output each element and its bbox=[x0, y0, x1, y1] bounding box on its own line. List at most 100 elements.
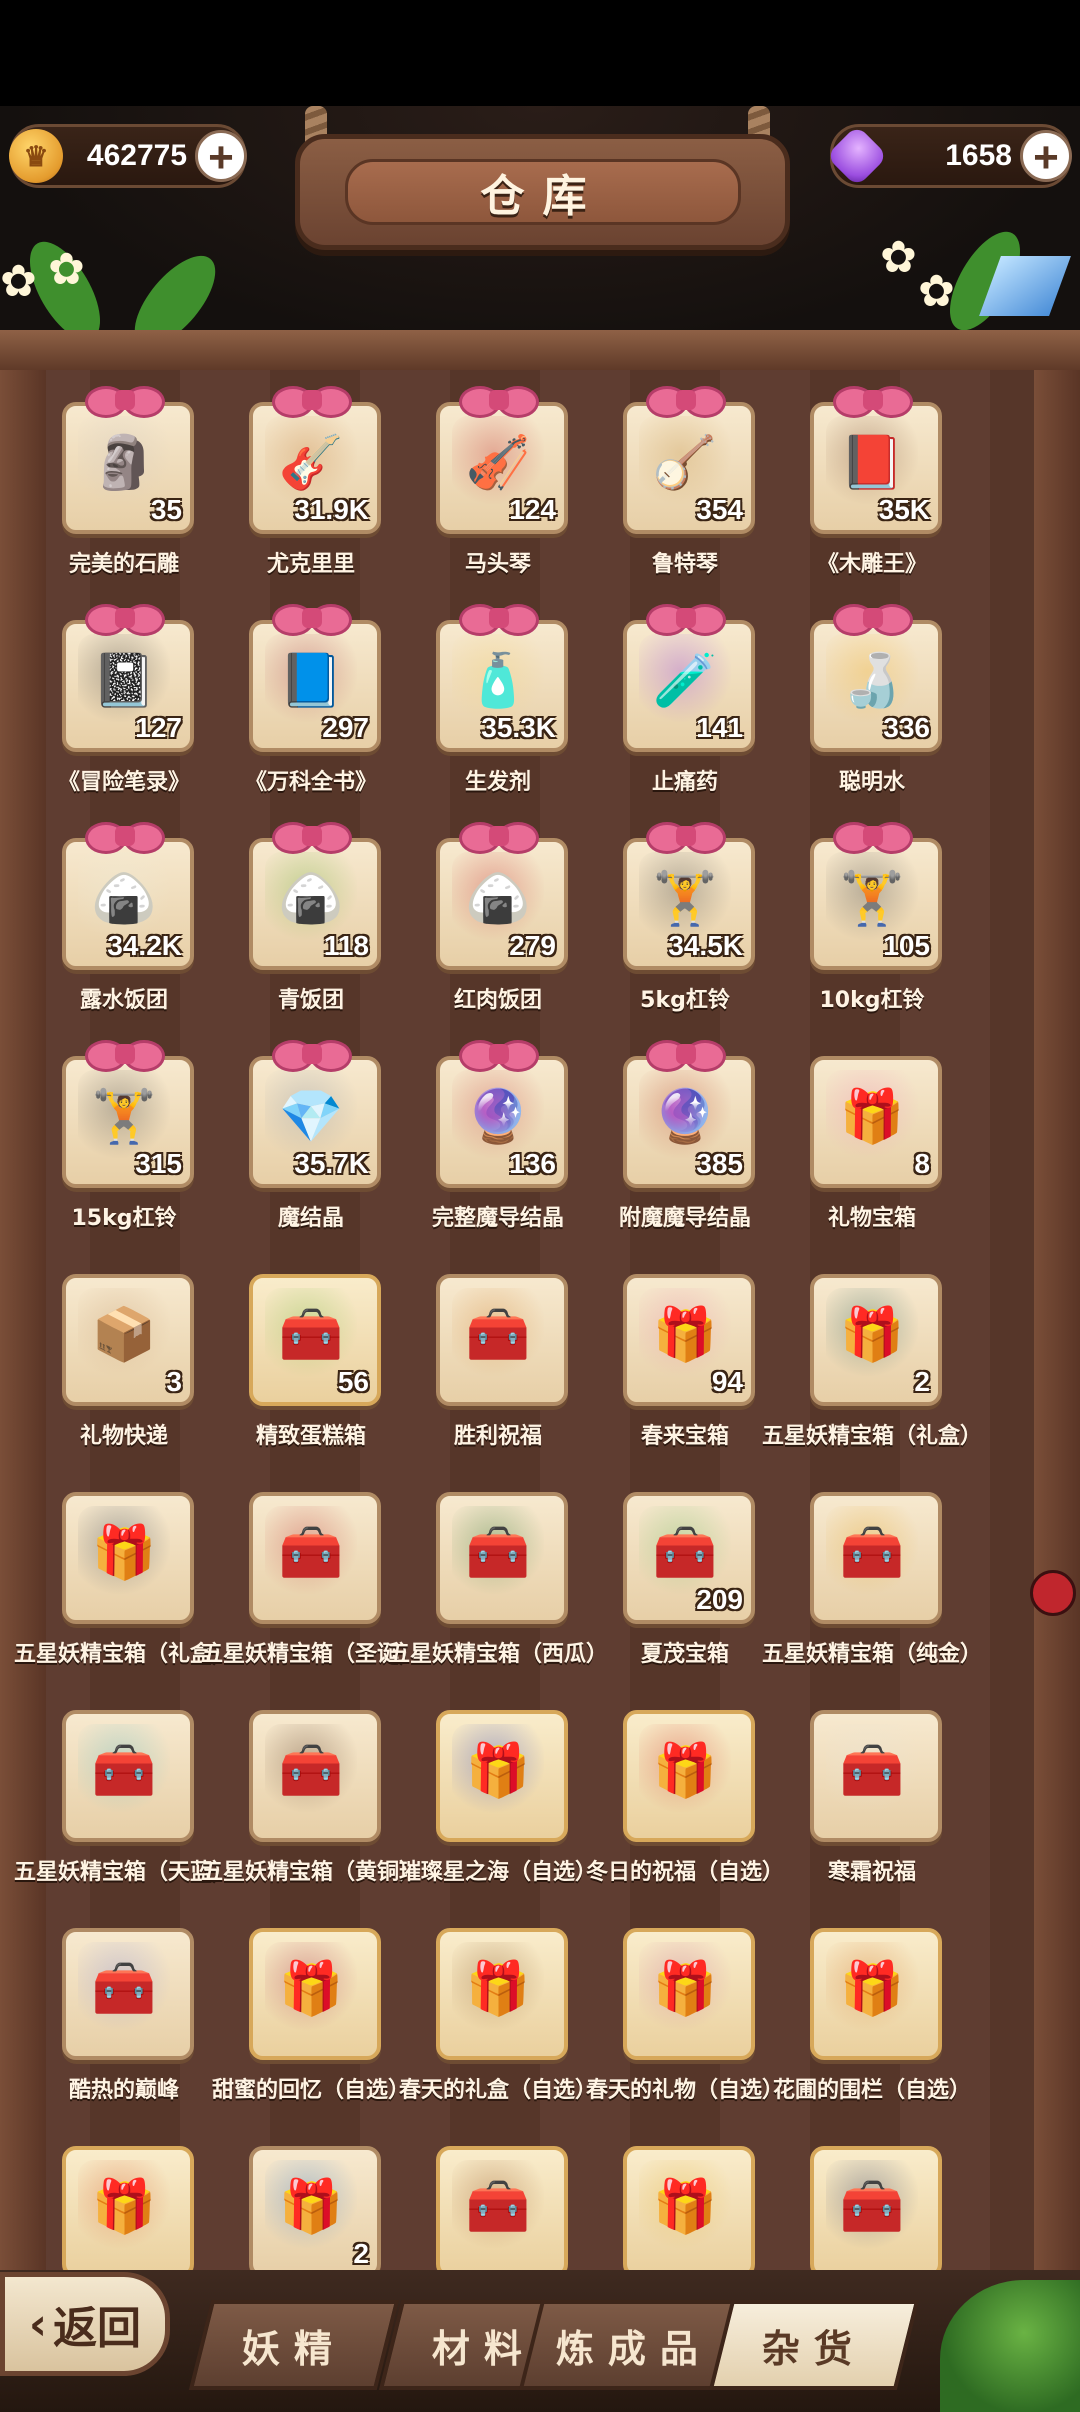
inventory-item[interactable]: 🎁 璀璨星之海（自选） bbox=[394, 1688, 597, 1888]
item-slot: 🧰 bbox=[436, 2146, 568, 2278]
pink-bow-icon bbox=[459, 384, 539, 418]
item-slot: 🧰 bbox=[810, 2146, 942, 2278]
inventory-item[interactable]: 🏋 105 10kg杠铃 bbox=[768, 816, 956, 1016]
inventory-item[interactable]: 🍙 279 红肉饭团 bbox=[394, 816, 582, 1016]
inventory-item[interactable]: 💎 35.7K 魔结晶 bbox=[207, 1034, 395, 1234]
item-slot: 🗿 35 bbox=[62, 402, 194, 534]
item-count: 385 bbox=[696, 1148, 743, 1179]
item-name: 寒霜祝福 bbox=[827, 1860, 916, 1885]
inventory-item[interactable]: 🧰 五星妖精宝箱（黄铜） bbox=[201, 1688, 421, 1888]
chevron-left-icon: ‹ bbox=[28, 2298, 48, 2350]
flower-icon: ✿ bbox=[48, 244, 85, 295]
item-slot: 🍙 279 bbox=[436, 838, 568, 970]
pink-bow-icon bbox=[272, 384, 352, 418]
tab-fairy[interactable]: 妖精 bbox=[188, 2300, 400, 2390]
purple-gem-icon bbox=[825, 124, 889, 188]
wooden-chest-icon: 🧰 bbox=[452, 2160, 544, 2252]
item-count: 127 bbox=[135, 712, 182, 743]
back-button[interactable]: ‹ 返回 bbox=[0, 2272, 170, 2376]
pink-bow-icon bbox=[833, 384, 913, 418]
inventory-item[interactable]: 🔮 385 附魔魔导结晶 bbox=[581, 1034, 769, 1234]
item-slot: 📓 127 bbox=[62, 620, 194, 752]
inventory-item[interactable]: 📓 127 《冒险笔录》 bbox=[20, 598, 208, 798]
item-slot: 🧰 bbox=[62, 1710, 194, 1842]
item-slot: 🎁 94 bbox=[623, 1274, 755, 1406]
inventory-item[interactable]: 📘 297 《万科全书》 bbox=[207, 598, 395, 798]
flower-icon: ✿ bbox=[0, 256, 37, 307]
inventory-item[interactable]: 🧰 寒霜祝福 bbox=[768, 1688, 956, 1888]
flower-icon: ✿ bbox=[918, 266, 955, 317]
item-count: 279 bbox=[509, 930, 556, 961]
item-count: 209 bbox=[696, 1584, 743, 1615]
inventory-item[interactable]: 🧰 五星妖精宝箱（西瓜） bbox=[388, 1470, 608, 1670]
pink-bow-icon bbox=[85, 820, 165, 854]
item-count: 35.7K bbox=[294, 1148, 369, 1179]
inventory-item[interactable]: 🧪 141 止痛药 bbox=[581, 598, 769, 798]
pink-bow-icon bbox=[459, 820, 539, 854]
inventory-item[interactable]: 🎁 花圃的围栏（自选） bbox=[768, 1906, 971, 2106]
item-count: 56 bbox=[337, 1366, 369, 1397]
inventory-item[interactable]: 🧰 56 精致蛋糕箱 bbox=[207, 1252, 395, 1452]
item-name: 10kg杠铃 bbox=[819, 988, 925, 1013]
add-gems-button[interactable]: + bbox=[1020, 130, 1072, 182]
inventory-item[interactable]: 🧰 胜利祝福 bbox=[394, 1252, 582, 1452]
pink-bow-icon bbox=[272, 820, 352, 854]
add-gold-button[interactable]: + bbox=[195, 130, 247, 182]
item-name: 五星妖精宝箱（纯金） bbox=[761, 1642, 982, 1667]
inventory-item[interactable]: 🧰 酷热的巅峰 bbox=[20, 1906, 208, 2106]
inventory-item[interactable]: 🧰 五星妖精宝箱（圣诞） bbox=[201, 1470, 421, 1670]
item-count: 136 bbox=[509, 1148, 556, 1179]
inventory-item[interactable]: 🎁 春天的礼盒（自选） bbox=[394, 1906, 597, 2106]
gold-value: 462775 bbox=[86, 139, 187, 172]
item-count: 105 bbox=[883, 930, 930, 961]
gold-crown-coin-icon: ♛ bbox=[9, 129, 63, 183]
inventory-item[interactable]: 🎁 8 礼物宝箱 bbox=[768, 1034, 956, 1234]
inventory-item[interactable]: 🧰 五星妖精宝箱（天蓝） bbox=[14, 1688, 234, 1888]
item-slot: 🎻 124 bbox=[436, 402, 568, 534]
inventory-item[interactable]: 🪕 354 鲁特琴 bbox=[581, 380, 769, 580]
inventory-item[interactable]: 📕 35K 《木雕王》 bbox=[768, 380, 956, 580]
item-slot: 🏋 34.5K bbox=[623, 838, 755, 970]
inventory-item[interactable]: 🎁 冬日的祝福（自选） bbox=[581, 1688, 784, 1888]
item-slot: 🍙 34.2K bbox=[62, 838, 194, 970]
item-slot: 🧪 141 bbox=[623, 620, 755, 752]
blue-chest-icon: 🧰 bbox=[78, 1942, 170, 2034]
inventory-item[interactable]: 🎁 2 五星妖精宝箱（礼盒） bbox=[762, 1252, 982, 1452]
inventory-item[interactable]: 🎁 94 春来宝箱 bbox=[581, 1252, 769, 1452]
item-slot: 🧰 bbox=[436, 1274, 568, 1406]
item-count: 35 bbox=[150, 494, 182, 525]
item-count: 35.3K bbox=[481, 712, 556, 743]
inventory-item[interactable]: 🏋 34.5K 5kg杠铃 bbox=[581, 816, 769, 1016]
item-slot: 🧰 209 bbox=[623, 1492, 755, 1624]
inventory-item[interactable]: 🏋 315 15kg杠铃 bbox=[20, 1034, 208, 1234]
item-count: 354 bbox=[696, 494, 743, 525]
tab-groceries[interactable]: 杂货 bbox=[708, 2300, 920, 2390]
inventory-item[interactable]: 🧴 35.3K 生发剂 bbox=[394, 598, 582, 798]
inventory-item[interactable]: 📦 3 礼物快递 bbox=[20, 1252, 208, 1452]
inventory-item[interactable]: 🔮 136 完整魔导结晶 bbox=[394, 1034, 582, 1234]
tab-label: 妖精 bbox=[241, 2326, 346, 2371]
inventory-item[interactable]: 🎻 124 马头琴 bbox=[394, 380, 582, 580]
inventory-item[interactable]: 🧰 五星妖精宝箱（纯金） bbox=[762, 1470, 982, 1670]
item-count: 31.9K bbox=[294, 494, 369, 525]
pink-bow-icon bbox=[459, 1038, 539, 1072]
item-slot: 🏋 105 bbox=[810, 838, 942, 970]
inventory-item[interactable]: 🍙 118 青饭团 bbox=[207, 816, 395, 1016]
item-slot: 🧰 bbox=[249, 1492, 381, 1624]
inventory-item[interactable]: 🎁 春天的礼物（自选） bbox=[581, 1906, 784, 2106]
item-slot: 🎁 bbox=[810, 1928, 942, 2060]
inventory-item[interactable]: 🎁 五星妖精宝箱（礼盒） bbox=[14, 1470, 234, 1670]
item-name: 五星妖精宝箱（礼盒） bbox=[761, 1424, 982, 1449]
inventory-item[interactable]: 🎸 31.9K 尤克里里 bbox=[207, 380, 395, 580]
inventory-item[interactable]: 🧰 209 夏茂宝箱 bbox=[581, 1470, 769, 1670]
item-slot: 🔮 385 bbox=[623, 1056, 755, 1188]
inventory-item[interactable]: 🍶 336 聪明水 bbox=[768, 598, 956, 798]
frost-chest-icon: 🧰 bbox=[826, 1724, 918, 1816]
item-slot: 🎁 bbox=[62, 2146, 194, 2278]
item-slot: 📘 297 bbox=[249, 620, 381, 752]
inventory-item[interactable]: 🍙 34.2K 露水饭团 bbox=[20, 816, 208, 1016]
item-slot: 🎁 2 bbox=[810, 1274, 942, 1406]
inventory-item[interactable]: 🎁 甜蜜的回忆（自选） bbox=[207, 1906, 410, 2106]
pink-gift-chest-icon: 🎁 bbox=[826, 1070, 918, 1162]
inventory-item[interactable]: 🗿 35 完美的石雕 bbox=[20, 380, 208, 580]
